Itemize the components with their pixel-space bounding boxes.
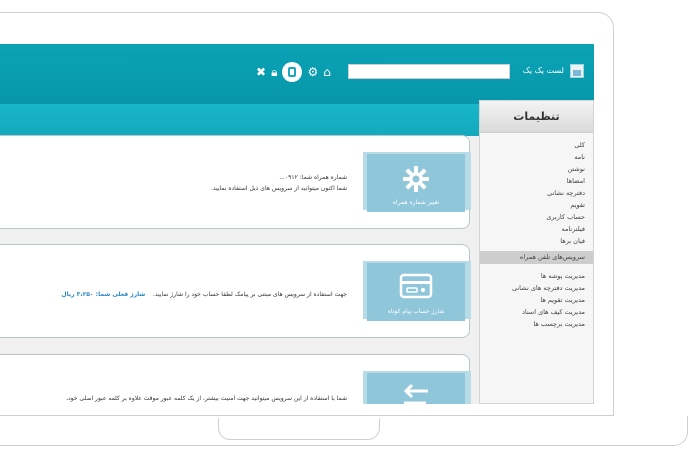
search-input[interactable] — [348, 64, 510, 79]
tile-label: تغییر شماره همراه — [392, 199, 440, 206]
tile-label: شارژ حساب پیام کوتاه — [387, 308, 445, 315]
settings-menu: کلی نامه نوشتن امضاها دفترچه نشانی تقویم… — [480, 139, 593, 330]
card-text: شماره همراه شما: ۰۹۱۲... شما اکنون میتوا… — [211, 172, 347, 194]
close-icon[interactable]: ✖ — [256, 66, 266, 78]
otp-tile[interactable] — [367, 373, 465, 404]
lock-icon[interactable]: 🔒︎ — [271, 66, 277, 78]
sidebar-item-manage-calendars[interactable]: مدیریت تقویم ها — [480, 294, 593, 306]
mobile-number-text: شماره همراه شما: ۰۹۱۲... — [279, 174, 347, 181]
sidebar-item-mail[interactable]: نامه — [480, 151, 593, 163]
sidebar-item-address-book[interactable]: دفترچه نشانی — [480, 187, 593, 199]
app-logo-icon — [570, 64, 584, 78]
top-header: لست یک یک ✖ 🔒︎ ⚙ ⌂ — [0, 44, 594, 104]
sidebar-item-account[interactable]: حساب کاربری — [480, 211, 593, 223]
sidebar-item-manage-tags[interactable]: مدیریت برچسب ها — [480, 318, 593, 330]
arrows-icon — [403, 383, 428, 404]
security-card: شما با استفاده از این سرویس میتوانید جهت… — [0, 354, 471, 404]
mobile-number-card: تغییر شماره همراه شماره همراه شما: ۰۹۱۲.… — [0, 135, 471, 229]
app-screen: لست یک یک ✖ 🔒︎ ⚙ ⌂ تغییر شماره همراه شما… — [0, 44, 594, 404]
charge-note: جهت استفاده از سرویس های مبتنی بر پیامک … — [152, 291, 347, 298]
sidebar-item-filters[interactable]: فیلترنامه — [480, 223, 593, 235]
mobile-icon[interactable] — [282, 62, 303, 82]
sidebar-item-signatures[interactable]: امضاها — [480, 175, 593, 187]
sidebar-item-compose[interactable]: نوشتن — [480, 163, 593, 175]
card-icon — [399, 273, 433, 299]
settings-sidebar: تنظیمات کلی نامه نوشتن امضاها دفترچه نشا… — [479, 100, 594, 404]
home-icon[interactable]: ⌂ — [323, 66, 331, 78]
sms-charge-tile[interactable]: شارژ حساب پیام کوتاه — [367, 263, 465, 321]
gear-icon — [403, 166, 429, 192]
app-title: لست یک یک — [522, 66, 564, 75]
charge-line: جهت استفاده از سرویس های مبتنی بر پیامک … — [61, 289, 347, 300]
gear-icon[interactable]: ⚙ — [307, 66, 318, 78]
otp-note: شما با استفاده از این سرویس میتوانید جهت… — [66, 395, 347, 402]
sidebar-title: تنظیمات — [480, 101, 593, 133]
header-icons: ✖ 🔒︎ ⚙ ⌂ — [256, 62, 331, 82]
laptop-notch — [218, 418, 380, 440]
sidebar-item-manage-briefcases[interactable]: مدیریت کیف های اسناد — [480, 306, 593, 318]
change-number-tile[interactable]: تغییر شماره همراه — [367, 154, 465, 212]
sidebar-item-mobile-services[interactable]: سرویس‌های تلفن همراه — [480, 251, 593, 264]
sidebar-item-shortcuts[interactable]: فیان برها — [480, 235, 593, 247]
card-text: شما با استفاده از این سرویس میتوانید جهت… — [66, 393, 347, 404]
services-note: شما اکنون میتوانید از سرویس های ذیل استف… — [210, 185, 347, 192]
current-charge: شارژ فعلی شما: ۳،۲۵۰ ریال — [61, 291, 146, 298]
sidebar-item-manage-folders[interactable]: مدیریت پوشه ها — [480, 270, 593, 282]
sidebar-item-manage-address-books[interactable]: مدیریت دفترچه های نشانی — [480, 282, 593, 294]
sidebar-item-general[interactable]: کلی — [480, 139, 593, 151]
sms-charge-card: شارژ حساب پیام کوتاه جهت استفاده از سروی… — [0, 244, 471, 338]
card-text: جهت استفاده از سرویس های مبتنی بر پیامک … — [61, 289, 347, 300]
sidebar-item-calendar[interactable]: تقویم — [480, 199, 593, 211]
